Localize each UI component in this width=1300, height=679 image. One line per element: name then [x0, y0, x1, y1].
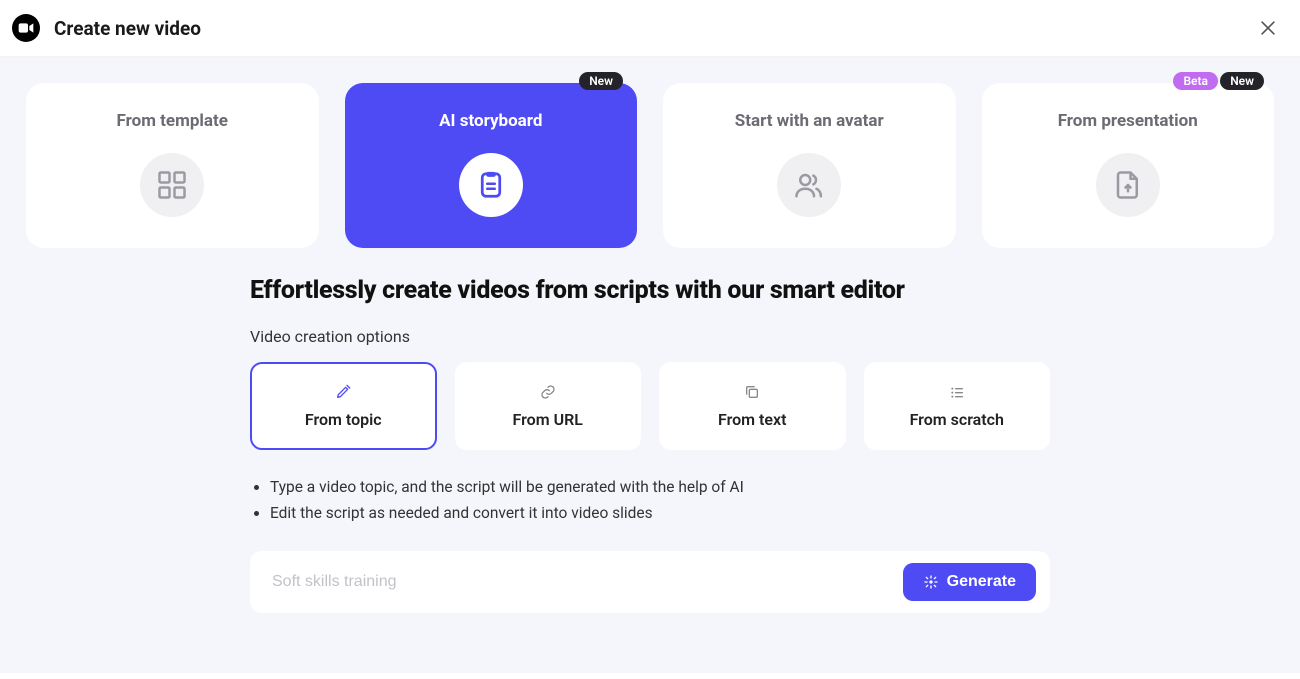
generate-button[interactable]: Generate	[903, 563, 1036, 601]
option-label: From text	[718, 410, 787, 429]
instruction-item: Edit the script as needed and convert it…	[270, 500, 1050, 526]
file-upload-icon	[1113, 170, 1143, 200]
instruction-item: Type a video topic, and the script will …	[270, 474, 1050, 500]
card-from-template[interactable]: From template	[26, 83, 319, 248]
edit-icon	[335, 384, 351, 400]
header-left: Create new video	[12, 14, 201, 42]
card-icon-wrap	[777, 153, 841, 217]
card-from-presentation[interactable]: Beta New From presentation	[982, 83, 1275, 248]
template-grid-icon	[157, 170, 187, 200]
list-icon	[949, 384, 965, 400]
close-button[interactable]	[1256, 16, 1280, 40]
clipboard-icon	[476, 170, 506, 200]
section-subhead: Video creation options	[250, 327, 1050, 346]
modal-content: From template New AI storyboard	[0, 57, 1300, 673]
option-label: From scratch	[910, 410, 1004, 429]
card-icon-wrap	[1096, 153, 1160, 217]
new-badge: New	[579, 72, 623, 90]
option-label: From topic	[305, 410, 382, 429]
avatar-people-icon	[794, 170, 824, 200]
section-headline: Effortlessly create videos from scripts …	[250, 276, 1050, 305]
instructions-list: Type a video topic, and the script will …	[250, 474, 1050, 527]
topic-input[interactable]	[272, 573, 889, 591]
card-ai-storyboard[interactable]: New AI storyboard	[345, 83, 638, 248]
link-icon	[540, 384, 556, 400]
option-label: From URL	[513, 410, 583, 429]
page-title: Create new video	[54, 17, 201, 40]
card-start-with-avatar[interactable]: Start with an avatar	[663, 83, 956, 248]
new-badge: New	[1220, 72, 1264, 90]
card-title: Start with an avatar	[683, 111, 936, 131]
card-title: From presentation	[1002, 111, 1255, 131]
creation-options: From topic From URL From text From scrat…	[250, 362, 1050, 450]
option-from-topic[interactable]: From topic	[250, 362, 437, 450]
option-from-text[interactable]: From text	[659, 362, 846, 450]
card-icon-wrap	[140, 153, 204, 217]
option-from-url[interactable]: From URL	[455, 362, 642, 450]
close-icon	[1258, 18, 1278, 38]
creation-method-cards: From template New AI storyboard	[26, 83, 1274, 248]
topic-input-row: Generate	[250, 551, 1050, 613]
copy-icon	[744, 384, 760, 400]
magic-wand-icon	[923, 574, 939, 590]
app-logo	[12, 14, 40, 42]
generate-label: Generate	[947, 573, 1016, 591]
modal-header: Create new video	[0, 0, 1300, 57]
option-from-scratch[interactable]: From scratch	[864, 362, 1051, 450]
card-title: AI storyboard	[365, 111, 618, 131]
main-section: Effortlessly create videos from scripts …	[250, 276, 1050, 613]
card-icon-wrap	[459, 153, 523, 217]
camera-icon	[18, 22, 34, 34]
card-title: From template	[46, 111, 299, 131]
beta-badge: Beta	[1173, 72, 1218, 90]
